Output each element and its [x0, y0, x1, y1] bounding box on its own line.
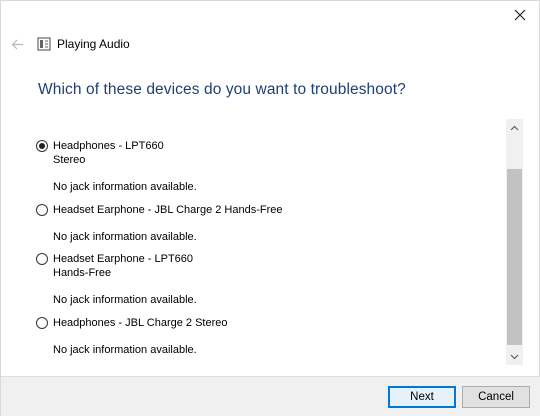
next-button[interactable]: Next — [388, 386, 456, 408]
device-subtitle: Hands-Free — [53, 267, 112, 279]
device-name: Headset Earphone - JBL Charge 2 Hands-Fr… — [53, 204, 283, 216]
device-radio[interactable] — [36, 140, 48, 152]
cancel-button[interactable]: Cancel — [462, 386, 530, 408]
back-button[interactable] — [9, 36, 25, 52]
device-name: Headphones - JBL Charge 2 Stereo — [53, 317, 228, 329]
troubleshooter-window: Playing Audio Which of these devices do … — [0, 0, 540, 416]
jack-info: No jack information available. — [53, 344, 197, 356]
device-item-headset-jbl[interactable]: Headset Earphone - JBL Charge 2 Hands-Fr… — [36, 203, 496, 217]
device-radio[interactable] — [36, 317, 48, 329]
troubleshooter-icon — [37, 37, 51, 51]
close-button[interactable] — [507, 3, 533, 27]
close-icon — [514, 9, 526, 21]
scrollbar-thumb[interactable] — [507, 169, 522, 345]
footer-bar: Next Cancel — [1, 376, 540, 416]
device-item-headphones-jbl[interactable]: Headphones - JBL Charge 2 Stereo — [36, 316, 496, 330]
back-arrow-icon — [11, 39, 23, 49]
device-item-headphones-lpt660[interactable]: Headphones - LPT660 Stereo — [36, 139, 496, 167]
chevron-down-icon — [510, 354, 519, 359]
jack-info: No jack information available. — [53, 181, 197, 193]
scroll-up-button[interactable] — [506, 119, 523, 136]
device-name: Headphones - LPT660 — [53, 140, 164, 152]
device-list: Headphones - LPT660 Stereo No jack infor… — [36, 119, 506, 365]
device-subtitle: Stereo — [53, 154, 86, 166]
vertical-scrollbar[interactable] — [506, 119, 523, 365]
page-heading: Which of these devices do you want to tr… — [38, 81, 406, 98]
device-item-headset-lpt660[interactable]: Headset Earphone - LPT660 Hands-Free — [36, 252, 496, 280]
jack-info: No jack information available. — [53, 231, 197, 243]
device-radio[interactable] — [36, 204, 48, 216]
window-title: Playing Audio — [57, 37, 130, 51]
scroll-down-button[interactable] — [506, 348, 523, 365]
device-name: Headset Earphone - LPT660 — [53, 253, 194, 265]
chevron-up-icon — [510, 125, 519, 130]
jack-info: No jack information available. — [53, 294, 197, 306]
navigation-bar: Playing Audio — [9, 35, 130, 53]
device-radio[interactable] — [36, 253, 48, 265]
